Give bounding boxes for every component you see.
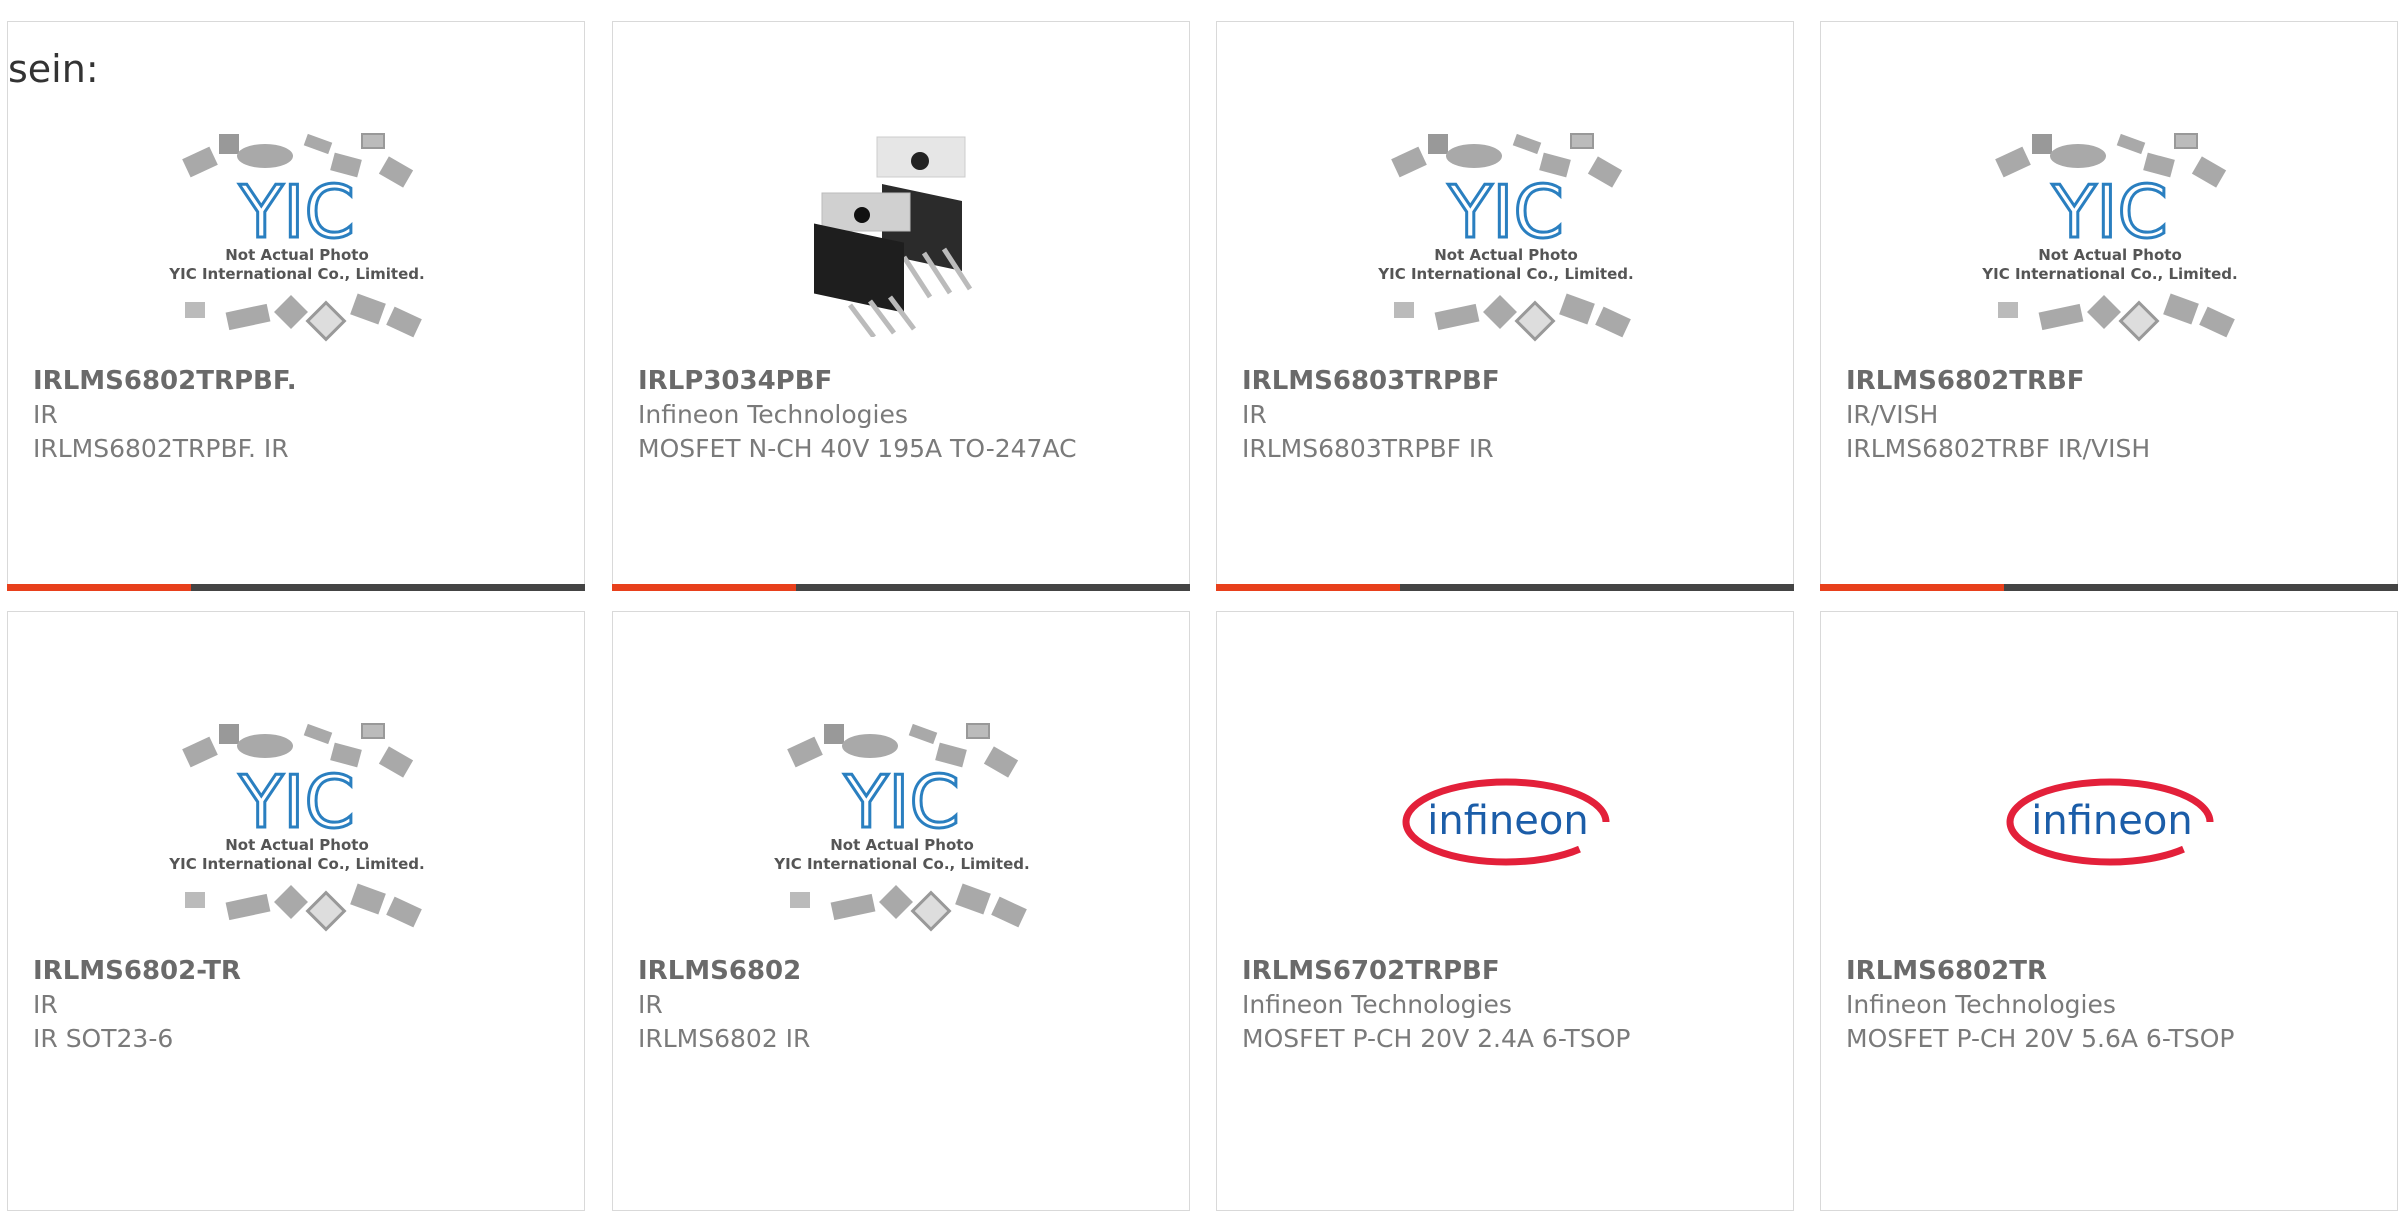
placeholder-caption-1: Not Actual Photo <box>2038 246 2182 264</box>
product-card[interactable]: YIC Not Actual Photo YIC International C… <box>1216 21 1794 591</box>
product-manufacturer: IR/VISH <box>1846 400 1939 429</box>
product-manufacturer: IR <box>33 990 58 1019</box>
yic-placeholder-image: YIC Not Actual Photo YIC International C… <box>1377 133 1634 342</box>
yic-placeholder-image: YIC Not Actual Photo YIC International C… <box>773 723 1030 932</box>
product-card[interactable]: YIC Not Actual Photo YIC International C… <box>7 611 585 1211</box>
infineon-logo: infineon <box>2006 778 2214 866</box>
product-manufacturer: IR <box>1242 400 1267 429</box>
product-part-number[interactable]: IRLMS6802 <box>638 954 1149 988</box>
product-card[interactable]: IRLP3034PBF Infineon Technologies MOSFET… <box>612 21 1190 591</box>
product-card[interactable]: YIC Not Actual Photo YIC International C… <box>1820 21 2398 591</box>
product-image[interactable]: YIC Not Actual Photo YIC International C… <box>8 682 586 962</box>
product-card[interactable]: infineon IRLMS6702TRPBF Infineon Technol… <box>1216 611 1794 1211</box>
card-accent <box>1820 584 2004 591</box>
placeholder-caption-1: Not Actual Photo <box>225 246 369 264</box>
product-description: IRLMS6802TRBF IR/VISH <box>1846 434 2151 463</box>
yic-logo: YIC <box>1447 170 1564 254</box>
product-image[interactable] <box>613 92 1191 372</box>
product-card[interactable]: infineon IRLMS6802TR Infineon Technologi… <box>1820 611 2398 1211</box>
card-progress-bar <box>1820 584 2398 591</box>
yic-placeholder-image: YIC Not Actual Photo YIC International C… <box>1981 133 2238 342</box>
product-part-number[interactable]: IRLMS6802TR <box>1846 954 2357 988</box>
product-manufacturer: Infineon Technologies <box>638 400 908 429</box>
placeholder-caption-2: YIC International Co., Limited. <box>1377 265 1633 283</box>
to247-photo <box>814 136 973 337</box>
product-image[interactable]: YIC Not Actual Photo YIC International C… <box>8 92 586 372</box>
intro-text: sein: <box>8 47 99 91</box>
product-manufacturer: IR <box>638 990 663 1019</box>
yic-logo: YIC <box>238 170 355 254</box>
product-part-number[interactable]: IRLMS6802TRBF <box>1846 364 2357 398</box>
product-card[interactable]: YIC Not Actual Photo YIC International C… <box>7 21 585 591</box>
product-manufacturer: Infineon Technologies <box>1846 990 2116 1019</box>
placeholder-caption-1: Not Actual Photo <box>1434 246 1578 264</box>
placeholder-caption-1: Not Actual Photo <box>225 836 369 854</box>
yic-placeholder-image: YIC Not Actual Photo YIC International C… <box>168 723 425 932</box>
yic-logo: YIC <box>843 760 960 844</box>
product-part-number[interactable]: IRLMS6802TRPBF. <box>33 364 544 398</box>
product-image[interactable]: YIC Not Actual Photo YIC International C… <box>613 682 1191 962</box>
product-manufacturer: Infineon Technologies <box>1242 990 1512 1019</box>
placeholder-caption-2: YIC International Co., Limited. <box>168 855 424 873</box>
product-description: MOSFET P-CH 20V 2.4A 6-TSOP <box>1242 1024 1631 1053</box>
product-card[interactable]: YIC Not Actual Photo YIC International C… <box>612 611 1190 1211</box>
product-description: MOSFET P-CH 20V 5.6A 6-TSOP <box>1846 1024 2235 1053</box>
infineon-logo: infineon <box>1402 778 1610 866</box>
product-part-number[interactable]: IRLP3034PBF <box>638 364 1149 398</box>
card-accent <box>612 584 796 591</box>
card-progress-bar <box>612 584 1190 591</box>
card-accent <box>1216 584 1400 591</box>
product-description: IRLMS6802 IR <box>638 1024 811 1053</box>
card-progress-bar <box>1216 584 1794 591</box>
product-description: IR SOT23-6 <box>33 1024 174 1053</box>
product-part-number[interactable]: IRLMS6802-TR <box>33 954 544 988</box>
product-description: IRLMS6803TRPBF IR <box>1242 434 1494 463</box>
product-manufacturer: IR <box>33 400 58 429</box>
placeholder-caption-2: YIC International Co., Limited. <box>1981 265 2237 283</box>
card-accent <box>7 584 191 591</box>
product-description: MOSFET N-CH 40V 195A TO-247AC <box>638 434 1077 463</box>
infineon-logo-text: infineon <box>1427 798 1588 844</box>
product-description: IRLMS6802TRPBF. IR <box>33 434 289 463</box>
product-image[interactable]: infineon <box>1217 682 1795 962</box>
product-image[interactable]: infineon <box>1821 682 2399 962</box>
yic-placeholder-image: YIC Not Actual Photo YIC International C… <box>168 133 425 342</box>
placeholder-caption-2: YIC International Co., Limited. <box>773 855 1029 873</box>
card-progress-bar <box>7 584 585 591</box>
placeholder-caption-1: Not Actual Photo <box>830 836 974 854</box>
product-part-number[interactable]: IRLMS6702TRPBF <box>1242 954 1753 988</box>
infineon-logo-text: infineon <box>2031 798 2192 844</box>
yic-logo: YIC <box>2051 170 2168 254</box>
yic-logo: YIC <box>238 760 355 844</box>
product-image[interactable]: YIC Not Actual Photo YIC International C… <box>1217 92 1795 372</box>
placeholder-caption-2: YIC International Co., Limited. <box>168 265 424 283</box>
product-part-number[interactable]: IRLMS6803TRPBF <box>1242 364 1753 398</box>
product-image[interactable]: YIC Not Actual Photo YIC International C… <box>1821 92 2399 372</box>
